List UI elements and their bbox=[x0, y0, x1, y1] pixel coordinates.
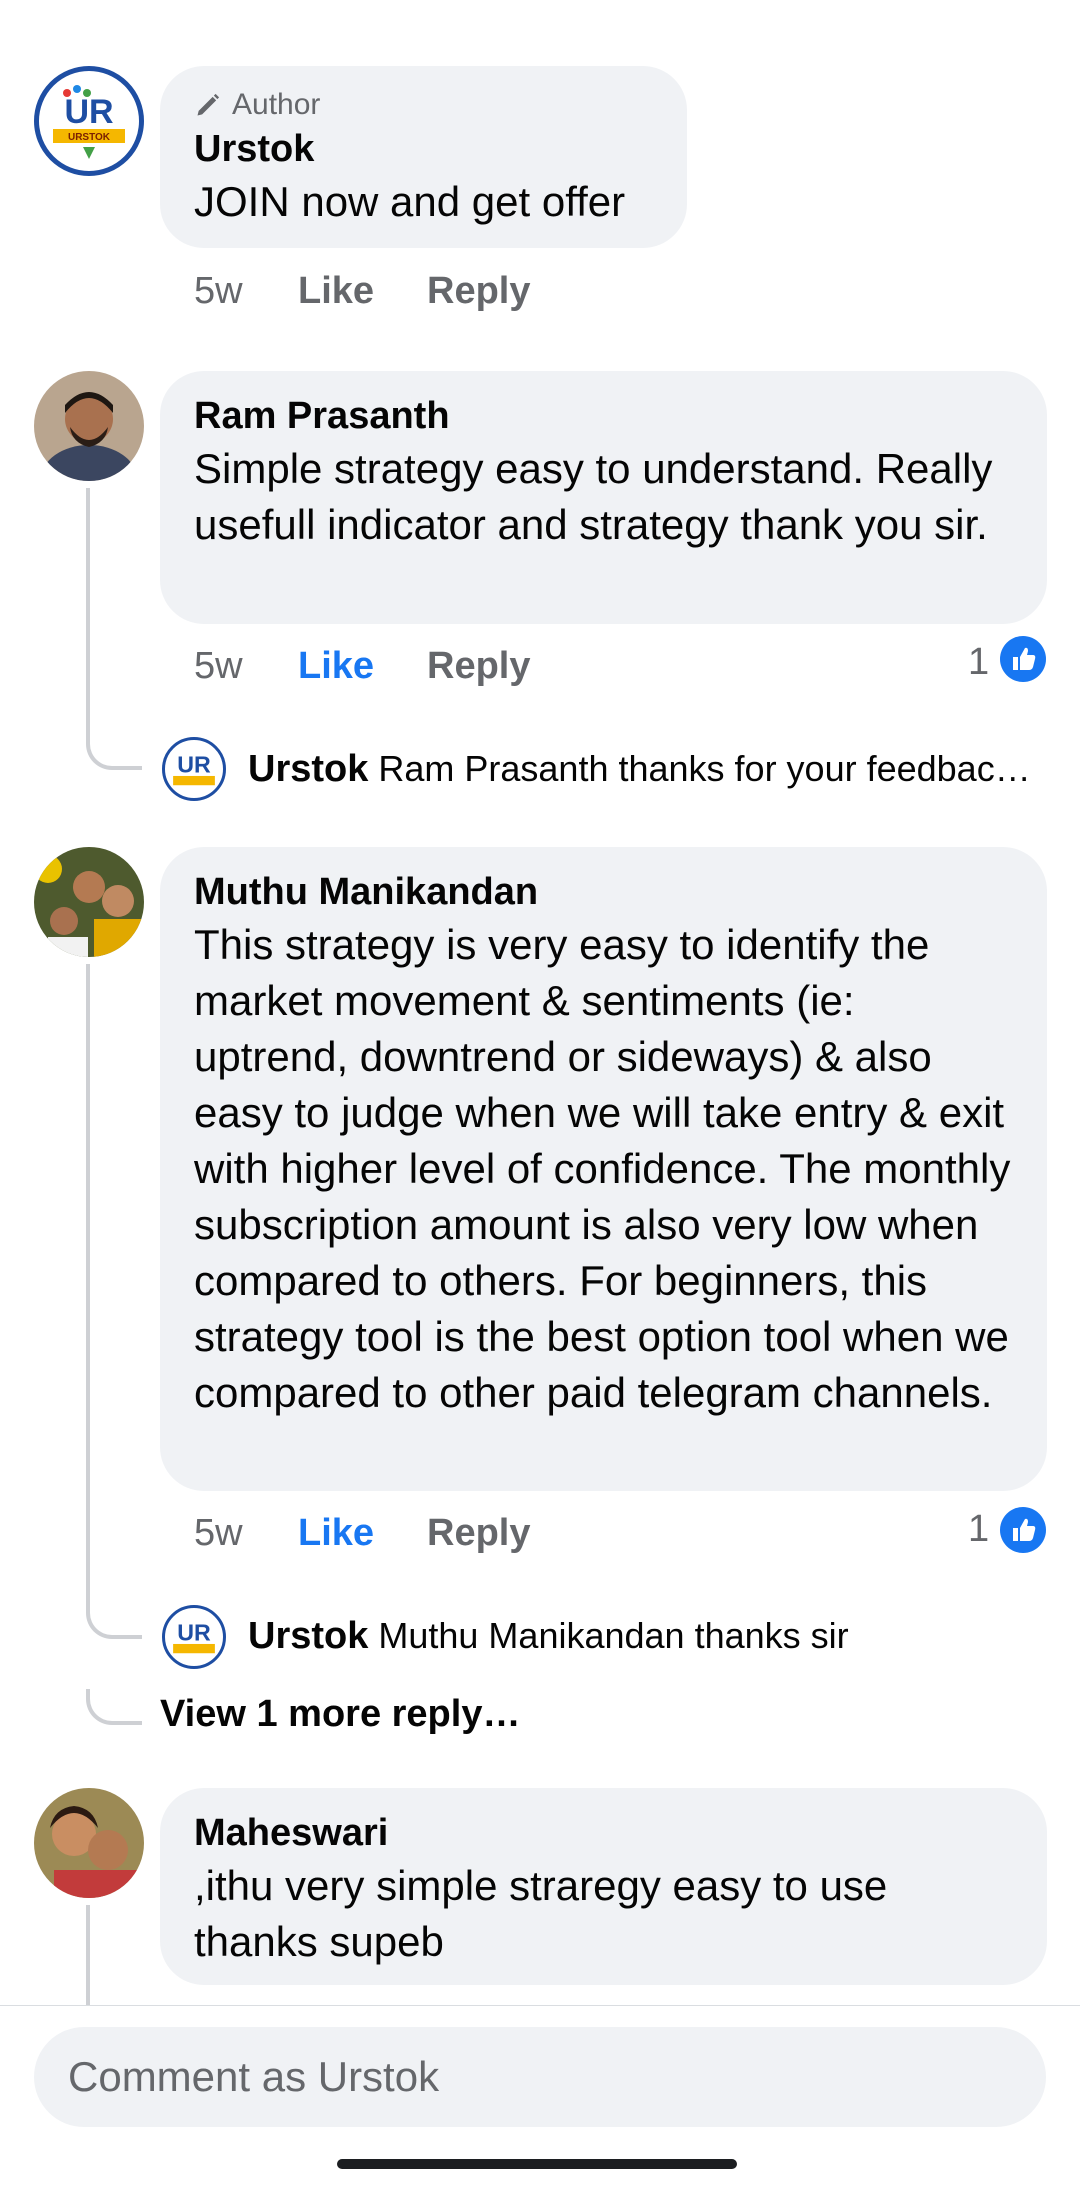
like-button[interactable]: Like bbox=[298, 645, 374, 688]
muthu-manikandan-avatar[interactable] bbox=[34, 847, 144, 957]
author-badge: Author bbox=[232, 88, 321, 121]
composer-bar bbox=[0, 2005, 1080, 2190]
comment-bubble[interactable]: Maheswari ,ithu very simple straregy eas… bbox=[160, 1788, 1047, 1985]
reply-author[interactable]: Urstok bbox=[248, 1615, 368, 1657]
thread-line bbox=[86, 964, 90, 1612]
reply-text: Ram Prasanth thanks for your feedback… bbox=[378, 748, 1038, 789]
comment-bubble[interactable]: Ram Prasanth Simple strategy easy to und… bbox=[160, 371, 1047, 624]
comment-text: Simple strategy easy to understand. Real… bbox=[194, 445, 993, 548]
thread-connector bbox=[86, 734, 142, 770]
urstok-logo-icon: UR bbox=[173, 751, 215, 786]
profile-photo-icon bbox=[34, 847, 144, 957]
reply-button[interactable]: Reply bbox=[427, 270, 530, 313]
thread-connector bbox=[86, 1603, 142, 1639]
comment-text: This strategy is very easy to identify t… bbox=[194, 921, 1011, 1416]
thumbs-up-icon[interactable] bbox=[1000, 636, 1046, 682]
profile-photo-icon bbox=[34, 1788, 144, 1898]
reply-author[interactable]: Urstok bbox=[248, 748, 368, 790]
thread-connector bbox=[86, 1689, 142, 1725]
comment-input[interactable] bbox=[34, 2027, 1046, 2127]
reply-preview[interactable]: Urstok Muthu Manikandan thanks sir bbox=[248, 1615, 849, 1658]
maheswari-avatar[interactable] bbox=[34, 1788, 144, 1898]
like-button[interactable]: Like bbox=[298, 1512, 374, 1555]
comment-text: JOIN now and get offer bbox=[194, 178, 626, 225]
profile-photo-icon bbox=[34, 371, 144, 481]
thread-line bbox=[86, 1905, 90, 2005]
comment-time[interactable]: 5w bbox=[194, 270, 243, 313]
comment-bubble[interactable]: Author Urstok JOIN now and get offer bbox=[160, 66, 687, 248]
urstok-avatar[interactable]: UR bbox=[162, 737, 226, 801]
commenter-name[interactable]: Urstok bbox=[194, 124, 653, 174]
urstok-avatar[interactable]: UR bbox=[162, 1605, 226, 1669]
thread-line bbox=[86, 488, 90, 734]
pencil-icon bbox=[197, 93, 220, 116]
like-button[interactable]: Like bbox=[298, 270, 374, 313]
reaction-count[interactable]: 1 bbox=[968, 641, 989, 684]
reply-button[interactable]: Reply bbox=[427, 1512, 530, 1555]
reply-text: Muthu Manikandan thanks sir bbox=[378, 1615, 849, 1656]
comment-time[interactable]: 5w bbox=[194, 645, 243, 688]
urstok-avatar[interactable]: UR URSTOK bbox=[34, 66, 144, 176]
urstok-logo-icon: UR URSTOK bbox=[53, 85, 125, 159]
comment-time[interactable]: 5w bbox=[194, 1512, 243, 1555]
reaction-count[interactable]: 1 bbox=[968, 1508, 989, 1551]
reply-button[interactable]: Reply bbox=[427, 645, 530, 688]
svg-text:UR: UR bbox=[177, 751, 211, 777]
view-more-replies-link[interactable]: View 1 more reply… bbox=[160, 1693, 520, 1736]
commenter-name[interactable]: Ram Prasanth bbox=[194, 391, 1013, 441]
reply-preview[interactable]: Urstok Ram Prasanth thanks for your feedb… bbox=[248, 748, 1038, 791]
home-indicator[interactable] bbox=[337, 2159, 737, 2169]
ram-prasanth-avatar[interactable] bbox=[34, 371, 144, 481]
comment-bubble[interactable]: Muthu Manikandan This strategy is very e… bbox=[160, 847, 1047, 1491]
svg-text:UR: UR bbox=[177, 1619, 211, 1645]
urstok-logo-icon: UR bbox=[173, 1619, 215, 1654]
commenter-name[interactable]: Maheswari bbox=[194, 1808, 1013, 1858]
commenter-name[interactable]: Muthu Manikandan bbox=[194, 867, 1013, 917]
logo-text: UR bbox=[64, 93, 113, 131]
thumbs-up-icon[interactable] bbox=[1000, 1507, 1046, 1553]
comment-text: ,ithu very simple straregy easy to use t… bbox=[194, 1862, 888, 1965]
logo-band: URSTOK bbox=[68, 132, 111, 143]
